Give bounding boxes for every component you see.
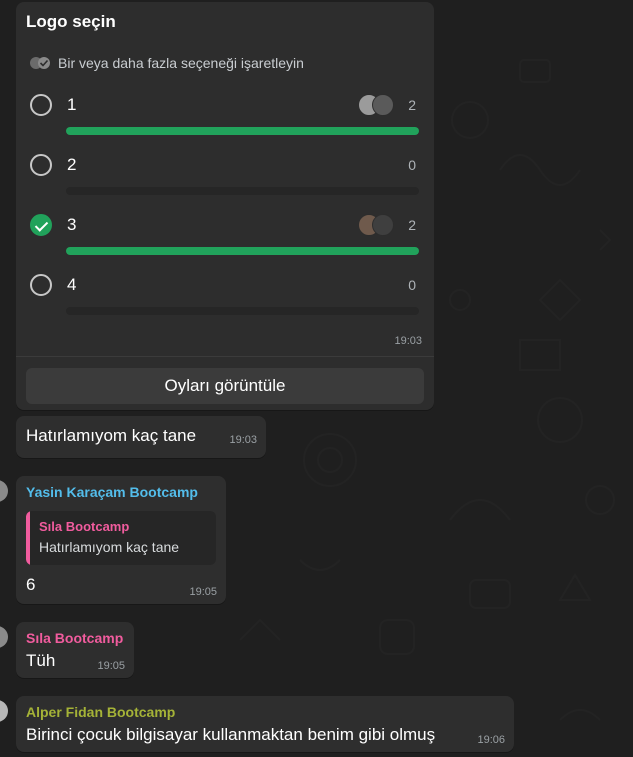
sender-name[interactable]: Alper Fidan Bootcamp <box>26 704 175 720</box>
voter-avatar-icon <box>372 214 394 236</box>
divider <box>16 356 434 357</box>
message-bubble: Yasin Karaçam Bootcamp Sıla Bootcamp Hat… <box>16 476 226 604</box>
message-text: Hatırlamıyom kaç tane <box>26 426 197 445</box>
message-timestamp: 19:05 <box>189 586 217 598</box>
option-label: 1 <box>67 95 77 114</box>
poll-option-3[interactable]: 3 2 <box>30 214 422 274</box>
message-text: Birinci çocuk bilgisayar kullanmaktan be… <box>26 725 436 744</box>
option-progress-bar <box>66 307 419 315</box>
view-votes-button[interactable]: Oyları görüntüle <box>26 368 424 404</box>
avatar[interactable] <box>0 700 8 722</box>
voter-avatar-icon <box>372 94 394 116</box>
quoted-text: Hatırlamıyom kaç tane <box>39 539 180 555</box>
checkmark-icon[interactable] <box>30 214 52 236</box>
voter-avatars <box>358 94 398 116</box>
option-progress-bar <box>66 247 419 255</box>
option-radio[interactable] <box>30 94 52 116</box>
poll-option-1[interactable]: 1 2 <box>30 94 422 154</box>
message-timestamp: 19:05 <box>97 660 125 672</box>
option-progress-fill <box>66 127 419 135</box>
option-radio[interactable] <box>30 274 52 296</box>
avatar[interactable] <box>0 480 8 502</box>
message-bubble: Hatırlamıyom kaç tane 19:03 <box>16 416 266 458</box>
avatar[interactable] <box>0 626 8 648</box>
quote-accent-bar <box>26 511 30 565</box>
quoted-message[interactable]: Sıla Bootcamp Hatırlamıyom kaç tane <box>26 511 216 565</box>
message-timestamp: 19:06 <box>477 734 505 746</box>
poll-timestamp: 19:03 <box>394 335 422 347</box>
double-check-icon <box>28 56 52 70</box>
poll-title: Logo seçin <box>26 12 116 31</box>
message-text: 6 <box>26 575 36 594</box>
option-label: 2 <box>67 155 77 174</box>
option-vote-count: 0 <box>408 277 416 293</box>
poll-message: Logo seçin Bir veya daha fazla seçeneği … <box>16 2 434 410</box>
poll-subtitle-text: Bir veya daha fazla seçeneği işaretleyin <box>58 55 304 71</box>
message-bubble: Sıla Bootcamp Tüh 19:05 <box>16 622 134 678</box>
option-progress-bar <box>66 127 419 135</box>
option-vote-count: 0 <box>408 157 416 173</box>
voter-avatars <box>358 214 398 236</box>
option-progress-fill <box>66 247 419 255</box>
message-bubble: Alper Fidan Bootcamp Birinci çocuk bilgi… <box>16 696 514 752</box>
sender-name[interactable]: Sıla Bootcamp <box>26 630 123 646</box>
option-vote-count: 2 <box>408 97 416 113</box>
option-vote-count: 2 <box>408 217 416 233</box>
option-label: 3 <box>67 215 77 234</box>
poll-subtitle: Bir veya daha fazla seçeneği işaretleyin <box>28 55 304 71</box>
option-radio[interactable] <box>30 154 52 176</box>
option-progress-bar <box>66 187 419 195</box>
sender-name[interactable]: Yasin Karaçam Bootcamp <box>26 484 198 500</box>
message-timestamp: 19:03 <box>229 434 257 446</box>
message-text: Tüh <box>26 651 56 670</box>
quoted-sender: Sıla Bootcamp <box>39 519 130 534</box>
poll-option-4[interactable]: 4 0 <box>30 274 422 334</box>
poll-option-2[interactable]: 2 0 <box>30 154 422 214</box>
option-label: 4 <box>67 275 77 294</box>
